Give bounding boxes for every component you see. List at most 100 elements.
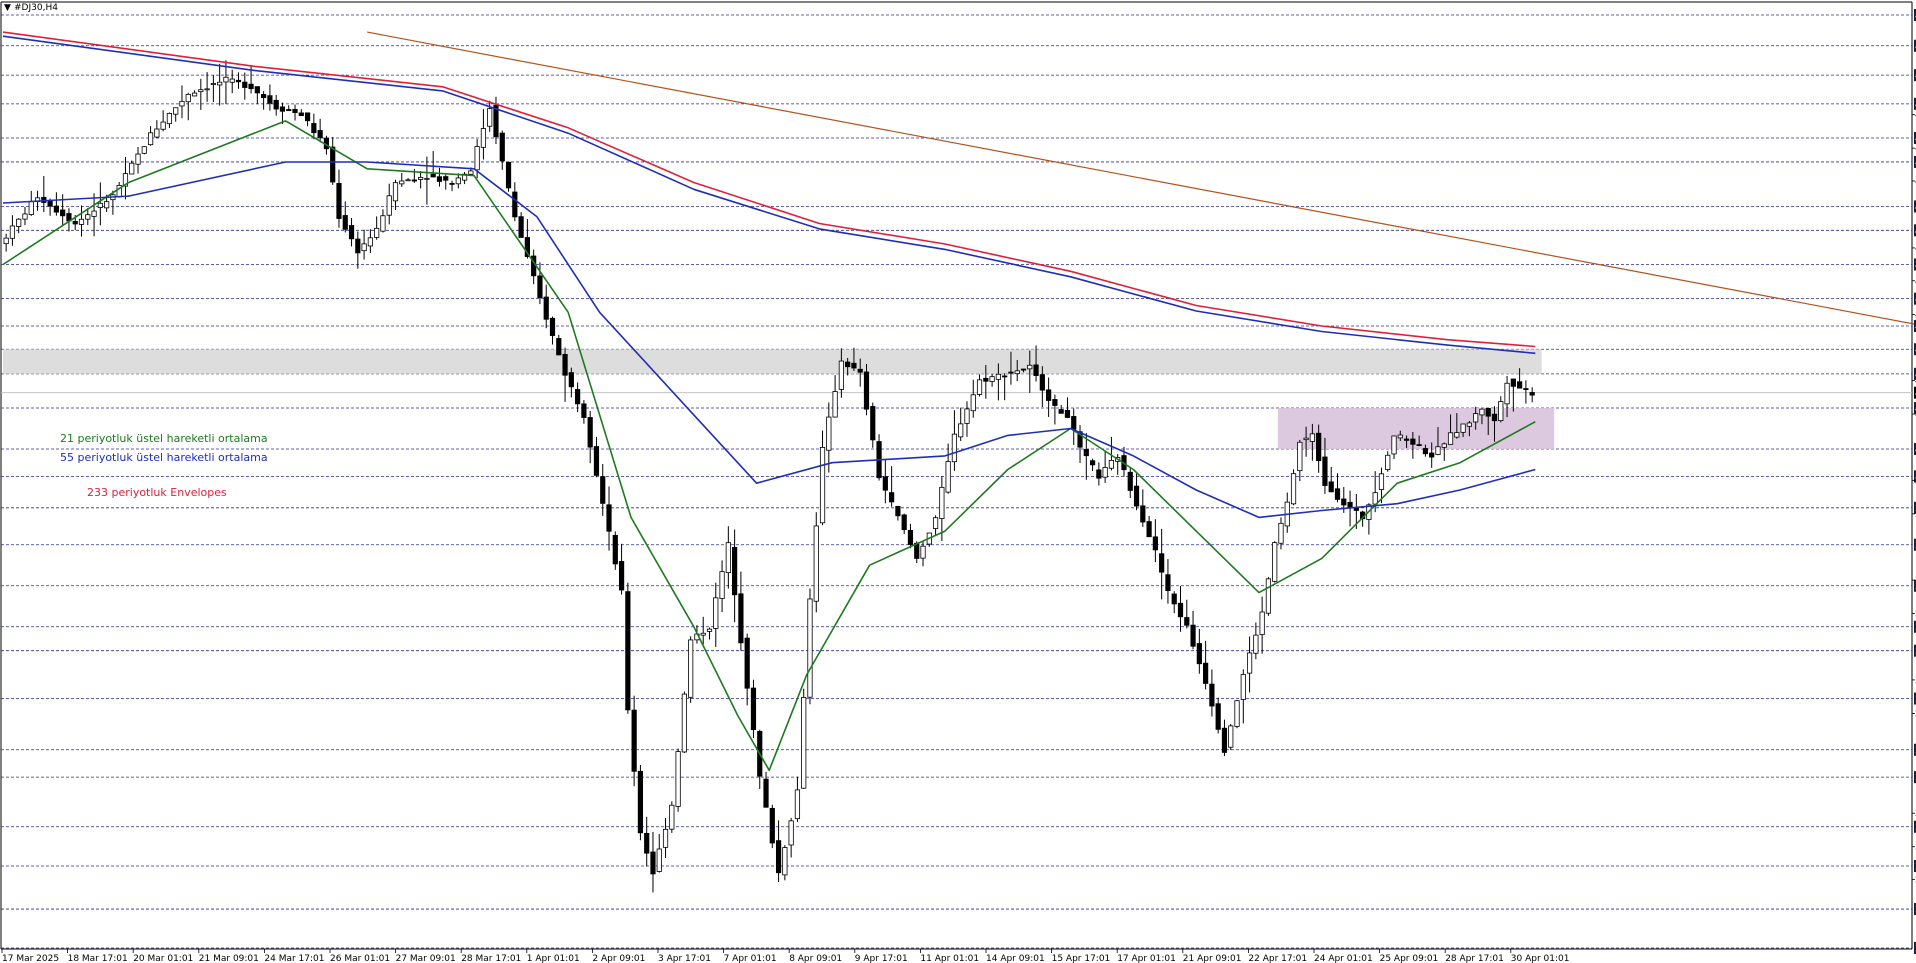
candle-body <box>945 461 951 493</box>
candle-body <box>656 848 662 872</box>
candle-body <box>1372 492 1378 505</box>
candle-body <box>229 78 235 83</box>
candle-body <box>399 180 405 185</box>
candle-body <box>907 530 914 545</box>
candle-body <box>1303 437 1309 441</box>
candle-body <box>882 476 888 491</box>
candle-body <box>185 93 191 103</box>
candle-body <box>675 751 681 807</box>
candle-body <box>1460 423 1466 433</box>
candle-body <box>16 218 22 227</box>
candle-body <box>562 353 568 376</box>
candle-body <box>342 215 348 230</box>
candle-body <box>1491 413 1498 422</box>
candle-body <box>242 81 248 88</box>
candle-body <box>1334 488 1341 500</box>
candle-body <box>681 693 687 753</box>
chart-canvas[interactable]: 4337543150429354272542475423004197541800… <box>0 0 1916 963</box>
candle-body <box>1391 435 1397 455</box>
candle-body <box>732 547 738 596</box>
candle-body <box>210 83 216 85</box>
candle-body <box>1184 617 1190 626</box>
candle-body <box>1171 593 1177 605</box>
candle-body <box>1435 446 1441 455</box>
candle-body <box>688 639 694 698</box>
candle-body <box>1403 438 1410 441</box>
candle-body <box>392 182 399 202</box>
candle-body <box>1378 473 1385 490</box>
candle-body <box>160 121 166 130</box>
candle-body <box>1278 522 1284 544</box>
candle-body <box>418 176 424 180</box>
candle-body <box>870 406 876 441</box>
candle-body <box>1240 674 1246 700</box>
candle-body <box>581 403 587 418</box>
candle-body <box>1159 553 1165 573</box>
candle-body <box>920 545 926 559</box>
candle-body <box>1341 498 1347 506</box>
candle-body <box>568 372 574 388</box>
candle-body <box>147 132 154 146</box>
candle-body <box>286 109 292 112</box>
candle-body <box>1297 441 1303 472</box>
candle-body <box>713 597 719 629</box>
candle-body <box>1027 364 1033 370</box>
candle-body <box>763 778 769 808</box>
time-label: 28 Mar 17:01 <box>461 954 521 963</box>
time-label: 30 Apr 01:01 <box>1511 954 1570 963</box>
candle-body <box>1473 413 1479 423</box>
time-label: 14 Apr 09:01 <box>986 954 1045 963</box>
candle-body <box>958 423 964 438</box>
chart-background <box>0 0 1916 963</box>
candle-body <box>1447 432 1454 445</box>
time-label: 3 Apr 17:01 <box>658 954 711 963</box>
candle-body <box>1127 471 1133 491</box>
candle-body <box>1272 542 1278 582</box>
candle-body <box>1422 448 1429 455</box>
candle-body <box>336 183 342 219</box>
candle-body <box>1309 433 1315 442</box>
time-label: 22 Apr 17:01 <box>1248 954 1307 963</box>
candle-body <box>1228 725 1234 748</box>
candle-body <box>1052 399 1058 406</box>
candle-body <box>78 218 85 225</box>
candle-body <box>304 112 311 122</box>
candle-body <box>474 146 480 171</box>
candle-body <box>9 225 16 239</box>
candle-body <box>1316 432 1322 462</box>
candle-body <box>939 486 945 520</box>
candle-body <box>838 360 844 390</box>
time-label: 8 Apr 09:01 <box>789 954 842 963</box>
candle-body <box>901 514 907 531</box>
zone-resistance <box>3 349 1542 374</box>
time-label: 17 Apr 01:01 <box>1117 954 1176 963</box>
candle-body <box>1221 727 1228 753</box>
candle-body <box>700 632 706 636</box>
candle-body <box>85 214 91 220</box>
candle-body <box>355 238 361 254</box>
time-label: 11 Apr 01:01 <box>920 954 979 963</box>
candle-body <box>72 220 78 225</box>
candle-body <box>1353 507 1359 511</box>
candle-body <box>857 368 863 373</box>
candle-body <box>53 205 59 213</box>
candle-body <box>436 176 443 182</box>
candle-body <box>1504 382 1510 405</box>
candle-body <box>254 86 260 94</box>
candle-body <box>455 177 461 185</box>
candle-body <box>1498 401 1504 422</box>
candle-body <box>895 505 901 517</box>
candle-body <box>1429 452 1435 458</box>
legend-ema55: 55 periyotluk üstel hareketli ortalama <box>60 451 268 464</box>
candle-body <box>637 770 644 834</box>
candle-body <box>1441 443 1447 448</box>
candle-body <box>625 591 631 711</box>
candle-body <box>179 100 185 107</box>
time-label: 7 Apr 01:01 <box>724 954 777 963</box>
menu-triangle-icon[interactable]: ▼ <box>4 3 11 13</box>
candle-body <box>480 128 487 148</box>
candle-body <box>1165 574 1171 592</box>
candle-body <box>1196 643 1202 665</box>
candle-body <box>191 92 198 97</box>
candle-body <box>983 377 989 382</box>
